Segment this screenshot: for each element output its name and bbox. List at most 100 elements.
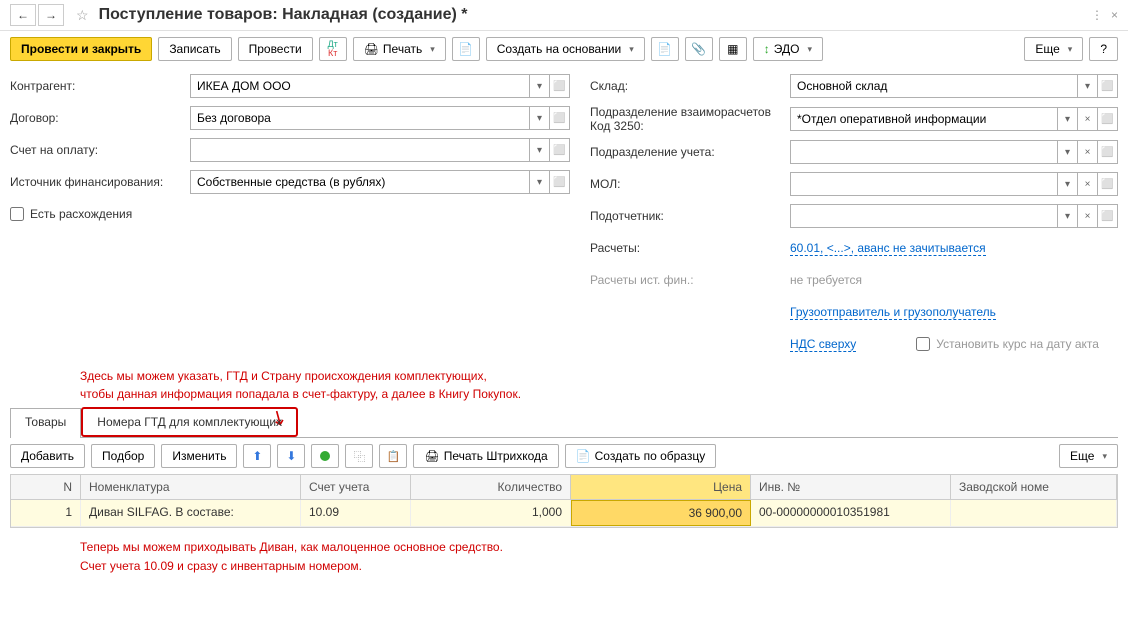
- tab-gtd[interactable]: Номера ГТД для комплектующих: [81, 407, 298, 437]
- counterparty-open[interactable]: ⬜: [550, 74, 570, 98]
- source-input[interactable]: [190, 170, 530, 194]
- tab-goods[interactable]: Товары: [10, 408, 81, 438]
- table-row[interactable]: 1 Диван SILFAG. В составе: 10.09 1,000 3…: [11, 500, 1117, 527]
- invoice-dropdown[interactable]: ▾: [530, 138, 550, 162]
- copy-row-button[interactable]: [345, 444, 373, 468]
- more-button[interactable]: Еще: [1024, 37, 1083, 61]
- cell-zav[interactable]: [951, 500, 1117, 526]
- col-account[interactable]: Счет учета: [301, 475, 411, 499]
- annotation-2: Теперь мы можем приходывать Диван, как м…: [0, 528, 1128, 586]
- nav-fwd-button[interactable]: →: [38, 4, 64, 26]
- main-toolbar: Провести и закрыть Записать Провести ДтК…: [0, 31, 1128, 67]
- shipper-link[interactable]: Грузоотправитель и грузополучатель: [790, 305, 996, 320]
- acc-division-input[interactable]: [790, 140, 1058, 164]
- division-input[interactable]: [790, 107, 1058, 131]
- attach-button[interactable]: [685, 37, 713, 61]
- warehouse-open[interactable]: ⬜: [1098, 74, 1118, 98]
- podot-clear[interactable]: ×: [1078, 204, 1098, 228]
- division-dropdown[interactable]: ▾: [1058, 107, 1078, 131]
- link-icon: [657, 42, 672, 56]
- template-button[interactable]: Создать по образцу: [565, 444, 717, 468]
- contract-label: Договор:: [10, 111, 190, 125]
- mol-input[interactable]: [790, 172, 1058, 196]
- division-open[interactable]: ⬜: [1098, 107, 1118, 131]
- help-button[interactable]: ?: [1089, 37, 1118, 61]
- rate-checkbox[interactable]: Установить курс на дату акта: [916, 337, 1099, 351]
- source-dropdown[interactable]: ▾: [530, 170, 550, 194]
- warehouse-input[interactable]: [790, 74, 1078, 98]
- discrepancy-checkbox[interactable]: Есть расхождения: [10, 207, 132, 221]
- cell-n[interactable]: 1: [11, 500, 81, 526]
- goods-grid: N Номенклатура Счет учета Количество Цен…: [10, 474, 1118, 528]
- col-price[interactable]: Цена: [571, 475, 751, 499]
- col-nomenclature[interactable]: Номенклатура: [81, 475, 301, 499]
- dot-icon: [320, 451, 330, 461]
- cell-acc[interactable]: 10.09: [301, 500, 411, 526]
- cell-nom[interactable]: Диван SILFAG. В составе:: [81, 500, 301, 526]
- paste-icon: [387, 449, 401, 463]
- mol-open[interactable]: ⬜: [1098, 172, 1118, 196]
- acc-division-clear[interactable]: ×: [1078, 140, 1098, 164]
- page-title: Поступление товаров: Накладная (создание…: [99, 6, 1091, 24]
- invoice-open[interactable]: ⬜: [550, 138, 570, 162]
- post-button[interactable]: Провести: [238, 37, 313, 61]
- print-button[interactable]: Печать: [353, 37, 446, 61]
- grid-more-button[interactable]: Еще: [1059, 444, 1118, 468]
- vat-link[interactable]: НДС сверху: [790, 337, 856, 352]
- grid-icon: [727, 42, 738, 56]
- pick-button[interactable]: Подбор: [91, 444, 155, 468]
- acc-division-dropdown[interactable]: ▾: [1058, 140, 1078, 164]
- cell-price[interactable]: 36 900,00: [571, 500, 751, 526]
- print-icon-2: [424, 449, 439, 463]
- col-qty[interactable]: Количество: [411, 475, 571, 499]
- close-icon[interactable]: ×: [1111, 8, 1118, 22]
- menu-icon[interactable]: ⋮: [1091, 8, 1103, 22]
- grid-toolbar: Добавить Подбор Изменить ⬆ ⬇ Печать Штри…: [0, 438, 1128, 474]
- fill-button[interactable]: [311, 444, 339, 468]
- division-clear[interactable]: ×: [1078, 107, 1098, 131]
- counterparty-label: Контрагент:: [10, 79, 190, 93]
- source-open[interactable]: ⬜: [550, 170, 570, 194]
- move-down-button[interactable]: ⬇: [277, 444, 305, 468]
- cell-qty[interactable]: 1,000: [411, 500, 571, 526]
- col-inv[interactable]: Инв. №: [751, 475, 951, 499]
- annotation-1: Здесь мы можем указать, ГТД и Страну про…: [0, 363, 1128, 407]
- calc-link[interactable]: 60.01, <...>, аванс не зачитывается: [790, 241, 986, 256]
- contract-open[interactable]: ⬜: [550, 106, 570, 130]
- division-label: Подразделение взаиморасчетов Код 3250:: [590, 105, 790, 133]
- copy-doc-button[interactable]: [452, 37, 480, 61]
- nav-back-button[interactable]: ←: [10, 4, 36, 26]
- post-and-close-button[interactable]: Провести и закрыть: [10, 37, 152, 61]
- podot-open[interactable]: ⬜: [1098, 204, 1118, 228]
- move-up-button[interactable]: ⬆: [243, 444, 271, 468]
- podot-label: Подотчетник:: [590, 209, 790, 223]
- podot-dropdown[interactable]: ▾: [1058, 204, 1078, 228]
- acc-division-open[interactable]: ⬜: [1098, 140, 1118, 164]
- paste-row-button[interactable]: [379, 444, 407, 468]
- warehouse-dropdown[interactable]: ▾: [1078, 74, 1098, 98]
- calc-fin-label: Расчеты ист. фин.:: [590, 273, 790, 287]
- add-button[interactable]: Добавить: [10, 444, 85, 468]
- invoice-input[interactable]: [190, 138, 530, 162]
- col-zav[interactable]: Заводской номе: [951, 475, 1117, 499]
- edo-button[interactable]: ЭДО: [753, 37, 823, 61]
- dtkt-button[interactable]: ДтКт: [319, 37, 347, 61]
- counterparty-input[interactable]: [190, 74, 530, 98]
- counterparty-dropdown[interactable]: ▾: [530, 74, 550, 98]
- favorite-icon[interactable]: ☆: [76, 7, 89, 24]
- form-area: Контрагент: ▾ ⬜ Договор: ▾ ⬜ Счет на опл…: [0, 67, 1128, 363]
- mol-dropdown[interactable]: ▾: [1058, 172, 1078, 196]
- link-button[interactable]: [651, 37, 679, 61]
- edit-button[interactable]: Изменить: [161, 444, 237, 468]
- create-based-button[interactable]: Создать на основании: [486, 37, 645, 61]
- contract-dropdown[interactable]: ▾: [530, 106, 550, 130]
- barcode-button[interactable]: Печать Штрихкода: [413, 444, 558, 468]
- contract-input[interactable]: [190, 106, 530, 130]
- mol-clear[interactable]: ×: [1078, 172, 1098, 196]
- source-label: Источник финансирования:: [10, 175, 190, 189]
- write-button[interactable]: Записать: [158, 37, 231, 61]
- cell-inv[interactable]: 00-00000000010351981: [751, 500, 951, 526]
- podot-input[interactable]: [790, 204, 1058, 228]
- col-n[interactable]: N: [11, 475, 81, 499]
- grid-button[interactable]: [719, 37, 747, 61]
